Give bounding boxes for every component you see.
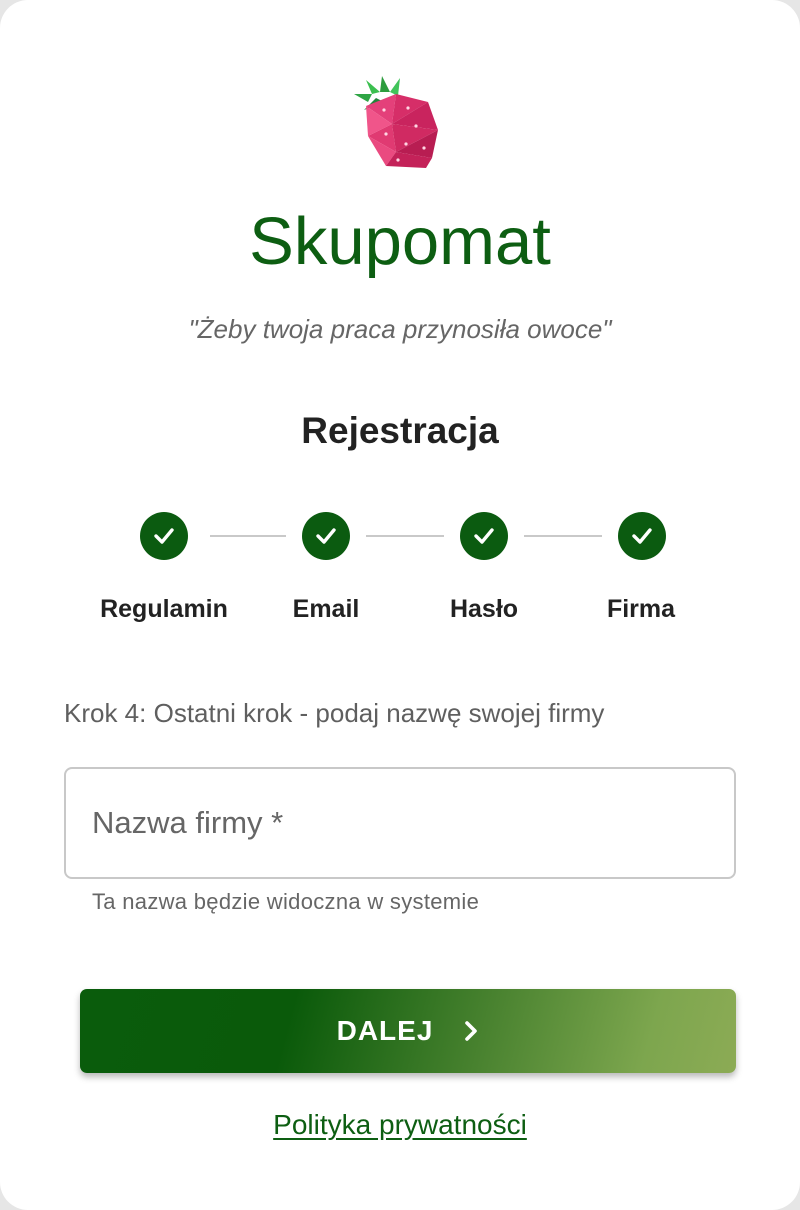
step-1-indicator bbox=[140, 512, 188, 560]
privacy-policy-link[interactable]: Polityka prywatności bbox=[273, 1109, 527, 1140]
app-tagline: "Żeby twoja praca przynosiła owoce" bbox=[188, 314, 612, 344]
step-instruction: Krok 4: Ostatni krok - podaj nazwę swoje… bbox=[64, 698, 605, 728]
check-icon bbox=[154, 528, 174, 544]
check-icon bbox=[316, 528, 336, 544]
step-4-indicator bbox=[618, 512, 666, 560]
app-title: Skupomat bbox=[249, 204, 551, 279]
company-name-input[interactable] bbox=[66, 769, 734, 877]
check-icon bbox=[474, 528, 494, 544]
check-icon bbox=[632, 528, 652, 544]
page-title: Rejestracja bbox=[301, 410, 499, 451]
stepper-connector bbox=[366, 535, 444, 537]
stepper-connector bbox=[524, 535, 602, 537]
step-1-label: Regulamin bbox=[100, 595, 228, 623]
next-button-label: DALEJ bbox=[336, 1015, 434, 1046]
strawberry-icon bbox=[354, 76, 438, 168]
company-name-helper-text: Ta nazwa będzie widoczna w systemie bbox=[92, 889, 480, 914]
stepper-connector bbox=[210, 535, 286, 537]
step-2-indicator bbox=[302, 512, 350, 560]
step-3-indicator bbox=[460, 512, 508, 560]
step-4-label: Firma bbox=[606, 595, 676, 623]
step-2-label: Email bbox=[292, 595, 360, 623]
chevron-right-icon bbox=[465, 1021, 478, 1041]
next-button[interactable]: DALEJ bbox=[80, 989, 736, 1073]
privacy-link-container: Polityka prywatności bbox=[0, 1106, 800, 1144]
registration-card: Skupomat "Żeby twoja praca przynosiła ow… bbox=[0, 0, 800, 1210]
company-name-field bbox=[64, 767, 736, 879]
step-3-label: Hasło bbox=[449, 595, 519, 623]
